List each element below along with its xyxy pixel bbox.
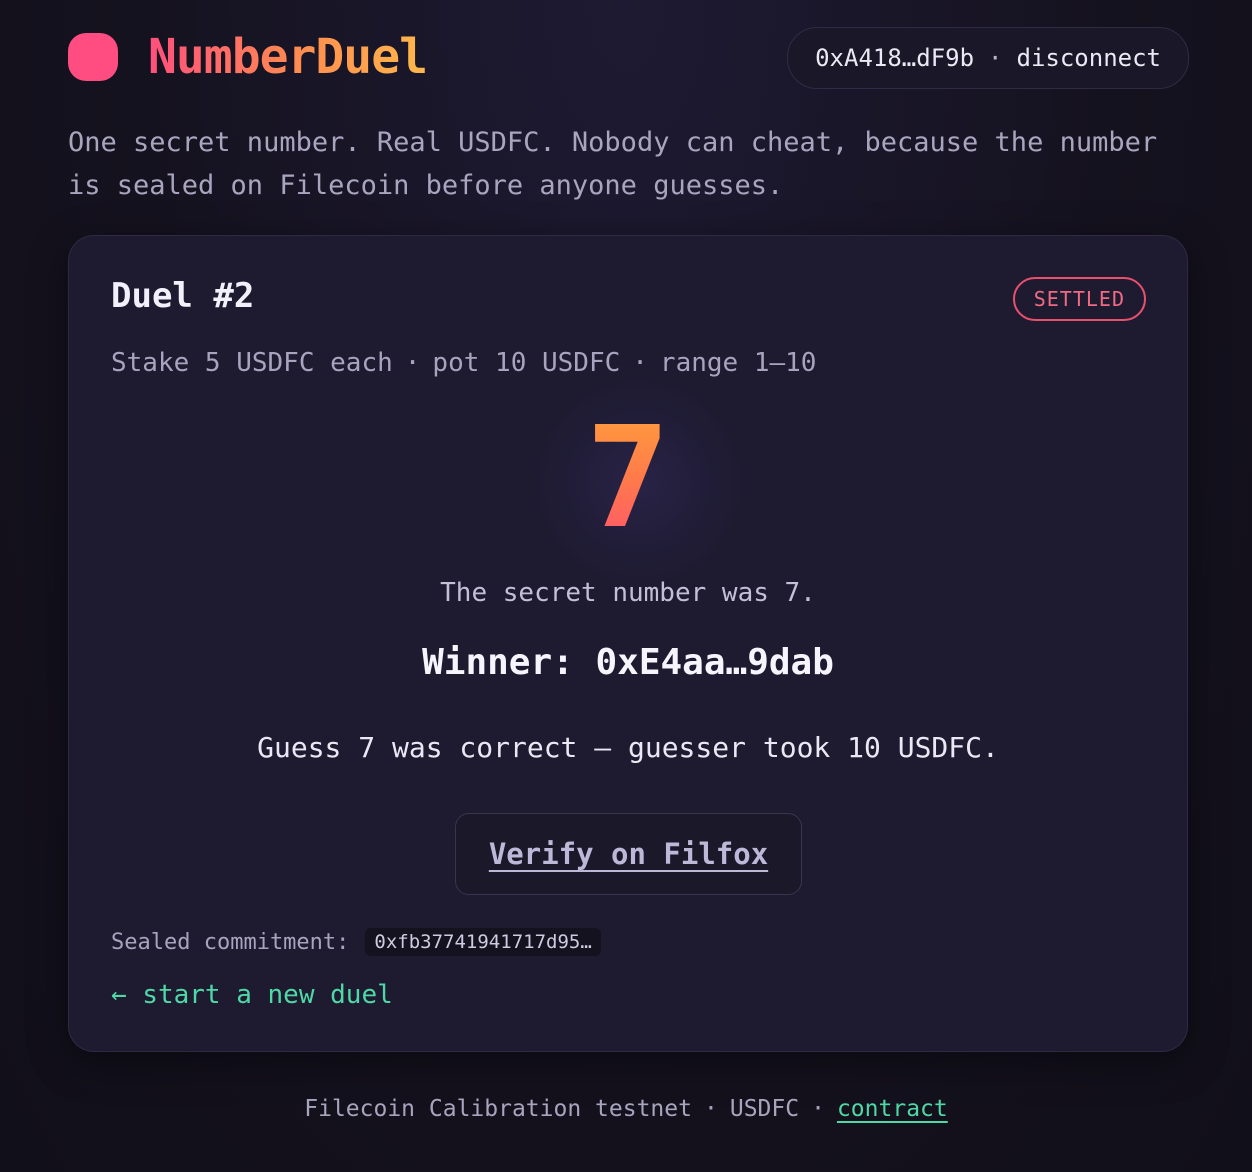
reveal-text: The secret number was 7. (440, 578, 816, 608)
network-text: Filecoin Calibration testnet (304, 1096, 692, 1122)
wallet-pill: 0xA418…dF9b · disconnect (787, 27, 1189, 89)
footer-separator: · (703, 1096, 718, 1122)
commitment-label: Sealed commitment: (111, 929, 350, 955)
blob-logo-icon (68, 33, 118, 81)
stake-text: Stake 5 USDFC each (111, 348, 393, 378)
commitment-row: Sealed commitment: 0xfb37741941717d95… (111, 928, 601, 956)
wallet-separator: · (988, 44, 1003, 72)
footer-separator: · (811, 1096, 825, 1122)
commitment-hash: 0xfb37741941717d95… (365, 928, 601, 956)
tagline: One secret number. Real USDFC. Nobody ca… (68, 127, 1158, 201)
token-text: USDFC (729, 1096, 800, 1122)
secret-number-value: 7 (585, 397, 671, 560)
meta-separator: · (404, 348, 421, 378)
contract-link[interactable]: contract (837, 1096, 948, 1122)
start-new-duel-link[interactable]: ← start a new duel (111, 980, 393, 1010)
duel-card: Duel #2 SETTLED Stake 5 USDFC each · pot 1… (68, 235, 1188, 1052)
footer: Filecoin Calibration testnet · USDFC · contr… (0, 1096, 1252, 1122)
app-title: NumberDuel (148, 26, 428, 90)
winner-text: Winner: 0xE4aa…9dab (422, 642, 834, 683)
duel-meta: Stake 5 USDFC each · pot 10 USDFC · range 1–… (111, 348, 816, 378)
meta-separator: · (632, 348, 648, 378)
pot-text: pot 10 USDFC (432, 348, 621, 378)
range-text: range 1–10 (659, 348, 817, 378)
disconnect-button[interactable]: disconnect (1017, 44, 1162, 72)
status-badge: SETTLED (1012, 277, 1146, 321)
wallet-address: 0xA418…dF9b (815, 44, 975, 72)
verify-on-filfox-button[interactable]: Verify on Filfox (455, 813, 802, 895)
result-text: Guess 7 was correct — guesser took 10 US… (257, 731, 999, 764)
duel-title: Duel #2 (111, 276, 255, 316)
secret-number: 7 (69, 404, 1187, 554)
header: NumberDuel 0xA418…dF9b · disconnect (68, 26, 1189, 90)
